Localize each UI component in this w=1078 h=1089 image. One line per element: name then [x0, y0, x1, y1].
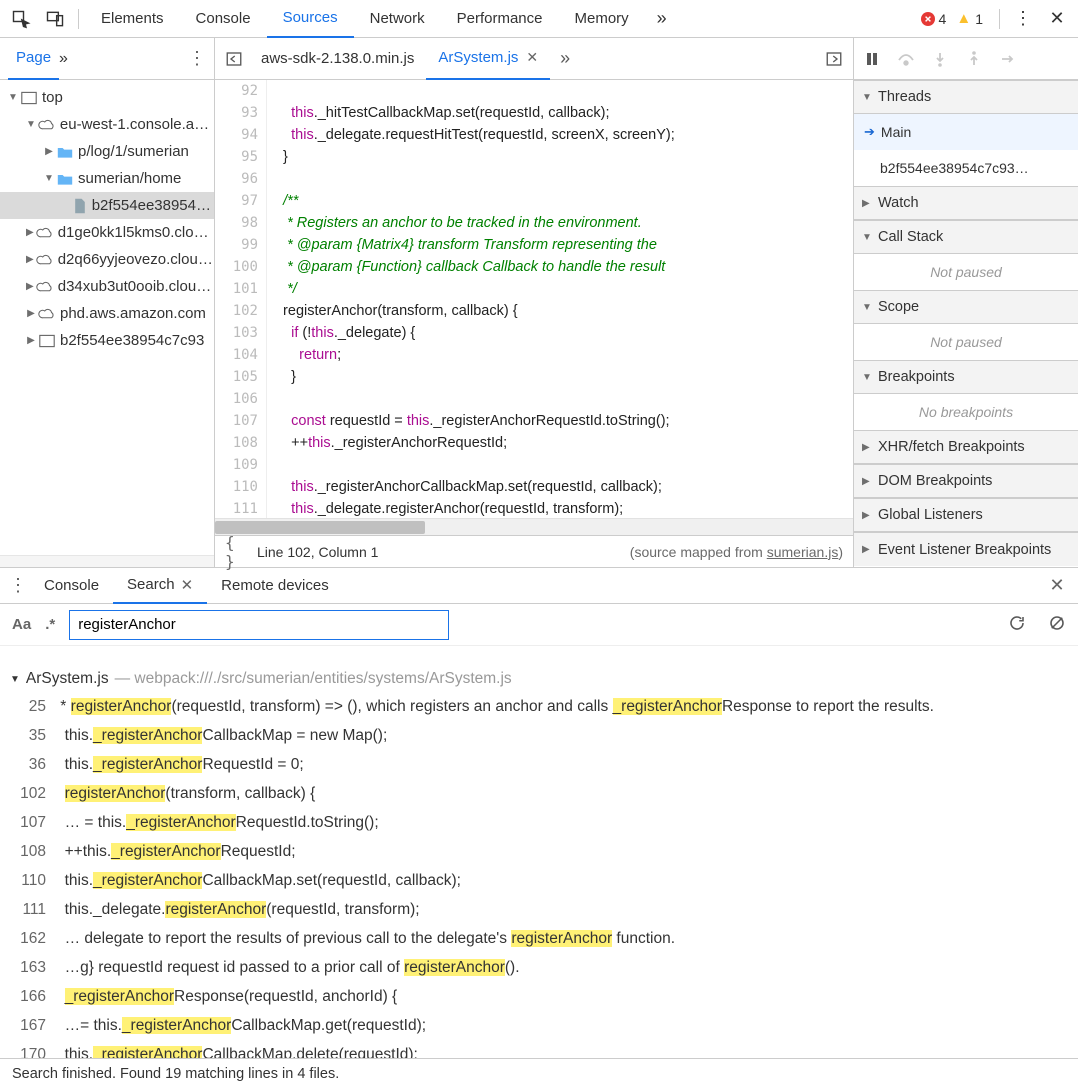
error-count[interactable]: 4 — [921, 11, 947, 27]
regex-toggle[interactable]: .* — [45, 616, 55, 633]
search-result-line[interactable]: 35 this._registerAnchorCallbackMap = new… — [0, 721, 1078, 750]
drawer-tab-console[interactable]: Console — [30, 568, 113, 604]
tree-item[interactable]: ▶phd.aws.amazon.com — [0, 300, 214, 327]
debugger-pane: ▼Threads ➔Main b2f554ee38954c7c93… ▶Watc… — [854, 38, 1078, 567]
source-map-info: (source mapped from sumerian.js) — [630, 544, 843, 560]
drawer-tab-remote-devices[interactable]: Remote devices — [207, 568, 343, 604]
callstack-body: Not paused — [854, 254, 1078, 290]
tree-item[interactable]: b2f554ee38954c7c93 — [0, 192, 214, 219]
devtools-tabbar: ElementsConsoleSourcesNetworkPerformance… — [0, 0, 1078, 38]
search-result-line[interactable]: 166 _registerAnchorResponse(requestId, a… — [0, 982, 1078, 1011]
more-tabs-icon[interactable]: » — [645, 4, 679, 34]
tree-item[interactable]: ▶d34xub3ut0ooib.cloudfront.net — [0, 273, 214, 300]
navigator-toolbar: Page » ⋮ — [0, 38, 214, 80]
drawer-close-icon[interactable]: ✕ — [1042, 575, 1072, 596]
tree-item[interactable]: ▶b2f554ee38954c7c93 — [0, 327, 214, 354]
refresh-icon[interactable] — [1008, 614, 1026, 635]
search-result-line[interactable]: 108 ++this._registerAnchorRequestId; — [0, 837, 1078, 866]
thread-worker[interactable]: b2f554ee38954c7c93… — [854, 150, 1078, 186]
navigator-hscroll[interactable] — [0, 555, 214, 567]
tree-item[interactable]: ▶d1ge0kk1l5kms0.cloudfront.net — [0, 219, 214, 246]
step-out-icon — [962, 47, 986, 71]
file-tab[interactable]: ArSystem.js✕ — [426, 38, 550, 80]
close-tab-icon[interactable]: ✕ — [181, 576, 194, 594]
tab-elements[interactable]: Elements — [85, 0, 180, 38]
step-icon — [996, 47, 1020, 71]
drawer-tabbar: ⋮ ConsoleSearch✕Remote devices ✕ — [0, 568, 1078, 604]
search-result-line[interactable]: 36 this._registerAnchorRequestId = 0; — [0, 750, 1078, 779]
file-tab[interactable]: aws-sdk-2.138.0.min.js — [249, 38, 426, 80]
tree-item[interactable]: ▼top — [0, 84, 214, 111]
search-result-line[interactable]: 25 * registerAnchor(requestId, transform… — [0, 692, 1078, 721]
watch-header[interactable]: ▶Watch — [854, 186, 1078, 220]
tree-item[interactable]: ▶d2q66yyjeovezo.cloudfront.net — [0, 246, 214, 273]
step-into-icon — [928, 47, 952, 71]
thread-main[interactable]: ➔Main — [854, 114, 1078, 150]
tab-network[interactable]: Network — [354, 0, 441, 38]
event-listener-bp-header[interactable]: ▶Event Listener Breakpoints — [854, 532, 1078, 566]
tab-console[interactable]: Console — [180, 0, 267, 38]
editor-hscroll[interactable] — [215, 518, 853, 535]
search-result-line[interactable]: 163 …g} requestId request id passed to a… — [0, 953, 1078, 982]
warning-count[interactable]: ▲ 1 — [956, 10, 983, 27]
cursor-position: Line 102, Column 1 — [257, 544, 378, 560]
search-result-line[interactable]: 170 this._registerAnchorCallbackMap.dele… — [0, 1040, 1078, 1058]
navigator-kebab-icon[interactable]: ⋮ — [188, 48, 206, 69]
search-result-line[interactable]: 167 …= this._registerAnchorCallbackMap.g… — [0, 1011, 1078, 1040]
scope-header[interactable]: ▼Scope — [854, 290, 1078, 324]
callstack-header[interactable]: ▼Call Stack — [854, 220, 1078, 254]
search-toolbar: Aa .* — [0, 604, 1078, 646]
search-results-list[interactable]: ▼ ArSystem.js — webpack:///./src/sumeria… — [0, 646, 1078, 1058]
navigator-more-icon[interactable]: » — [59, 50, 68, 68]
step-over-icon — [894, 47, 918, 71]
search-status: Search finished. Found 19 matching lines… — [0, 1058, 1078, 1088]
search-result-line[interactable]: 162 … delegate to report the results of … — [0, 924, 1078, 953]
match-case-toggle[interactable]: Aa — [12, 616, 31, 633]
tab-sources[interactable]: Sources — [267, 0, 354, 38]
drawer-tab-search[interactable]: Search✕ — [113, 568, 207, 604]
debugger-toolbar — [854, 38, 1078, 80]
search-result-line[interactable]: 102 registerAnchor(transform, callback) … — [0, 779, 1078, 808]
drawer-kebab-icon[interactable]: ⋮ — [6, 575, 30, 596]
tree-item[interactable]: ▼sumerian/home — [0, 165, 214, 192]
search-result-line[interactable]: 110 this._registerAnchorCallbackMap.set(… — [0, 866, 1078, 895]
search-result-line[interactable]: 111 this._delegate.registerAnchor(reques… — [0, 895, 1078, 924]
breakpoints-body: No breakpoints — [854, 394, 1078, 430]
close-tab-icon[interactable]: ✕ — [526, 49, 538, 66]
page-navigator-tab[interactable]: Page — [8, 38, 59, 80]
tree-item[interactable]: ▶p/log/1/sumerian — [0, 138, 214, 165]
breakpoints-header[interactable]: ▼Breakpoints — [854, 360, 1078, 394]
clear-search-icon[interactable] — [1048, 614, 1066, 635]
more-file-tabs-icon[interactable]: » — [550, 44, 580, 74]
search-result-file[interactable]: ▼ ArSystem.js — webpack:///./src/sumeria… — [0, 666, 1078, 692]
pretty-print-icon[interactable]: { } — [225, 533, 251, 571]
xhr-breakpoints-header[interactable]: ▶XHR/fetch Breakpoints — [854, 430, 1078, 464]
navigate-back-icon[interactable] — [219, 44, 249, 74]
close-devtools-icon[interactable]: ✕ — [1040, 4, 1074, 34]
dom-breakpoints-header[interactable]: ▶DOM Breakpoints — [854, 464, 1078, 498]
pause-icon[interactable] — [860, 47, 884, 71]
tab-memory[interactable]: Memory — [559, 0, 645, 38]
editor-tabbar: aws-sdk-2.138.0.min.jsArSystem.js✕ » — [215, 38, 853, 80]
search-result-line[interactable]: 107 … = this._registerAnchorRequestId.to… — [0, 808, 1078, 837]
search-input[interactable] — [69, 610, 449, 640]
threads-header[interactable]: ▼Threads — [854, 80, 1078, 114]
inspect-icon[interactable] — [4, 4, 38, 34]
scope-body: Not paused — [854, 324, 1078, 360]
code-content[interactable]: this._hitTestCallbackMap.set(requestId, … — [267, 80, 853, 518]
global-listeners-header[interactable]: ▶Global Listeners — [854, 498, 1078, 532]
editor-status-bar: { } Line 102, Column 1 (source mapped fr… — [215, 535, 853, 567]
tree-item[interactable]: ▼eu-west-1.console.aws.amazon.com — [0, 111, 214, 138]
navigate-forward-icon[interactable] — [819, 44, 849, 74]
navigator-tree[interactable]: ▼top▼eu-west-1.console.aws.amazon.com▶p/… — [0, 80, 214, 555]
tab-performance[interactable]: Performance — [441, 0, 559, 38]
device-toggle-icon[interactable] — [38, 4, 72, 34]
settings-kebab-icon[interactable]: ⋮ — [1006, 4, 1040, 34]
